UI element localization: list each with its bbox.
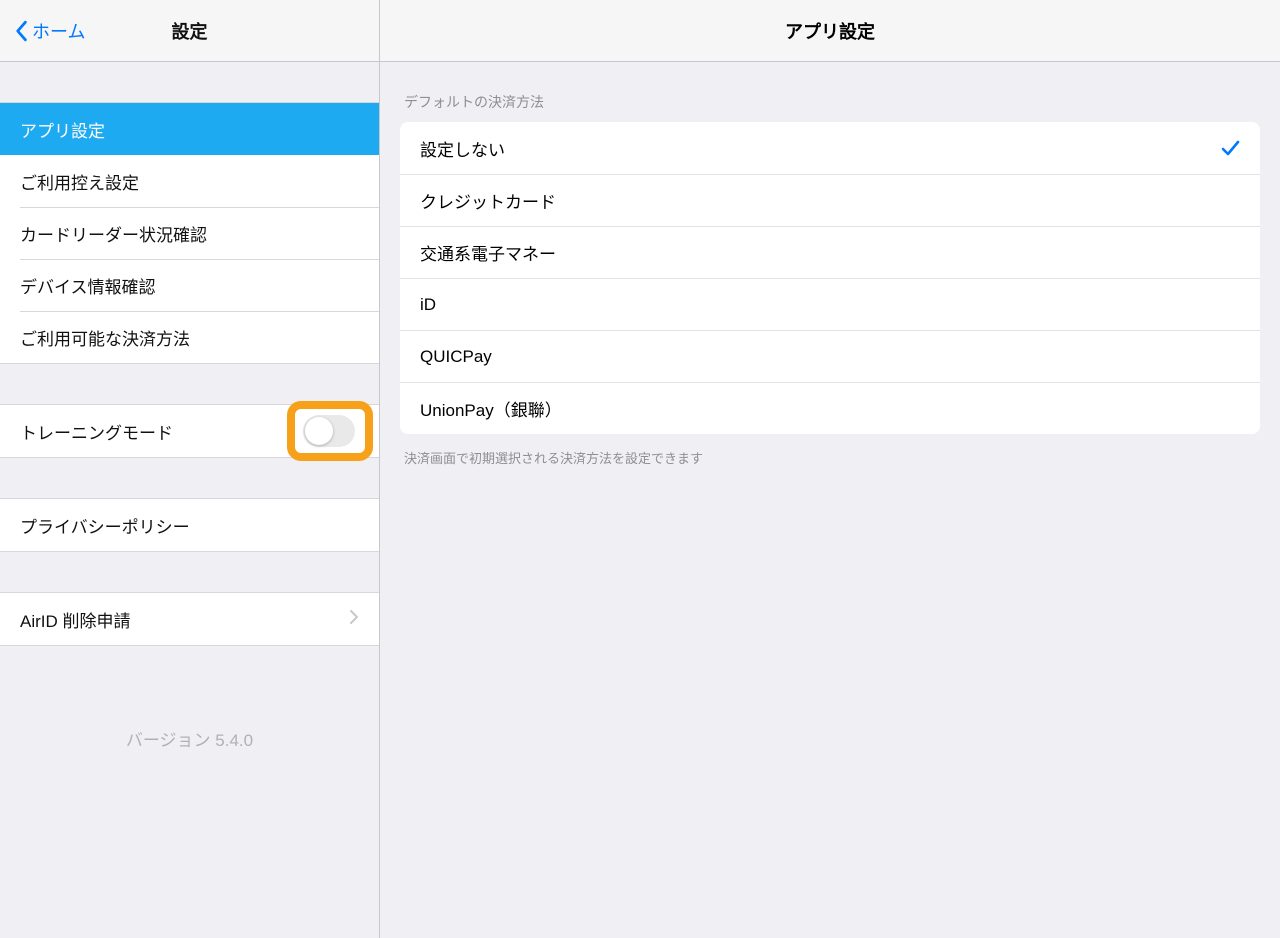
payment-option-none[interactable]: 設定しない [400, 122, 1260, 174]
training-mode-toggle[interactable] [303, 415, 355, 447]
sidebar-item-label: トレーニングモード [20, 419, 173, 444]
detail-pane: アプリ設定 デフォルトの決済方法 設定しない クレジットカード 交通系電子マネー [380, 0, 1280, 938]
sidebar-item-privacy-policy[interactable]: プライバシーポリシー [0, 499, 379, 551]
sidebar-item-label: アプリ設定 [20, 117, 105, 142]
sidebar-group-airid: AirID 削除申請 [0, 592, 379, 646]
option-label: クレジットカード [420, 188, 556, 213]
payment-option-credit-card[interactable]: クレジットカード [400, 174, 1260, 226]
sidebar-item-available-payment-methods[interactable]: ご利用可能な決済方法 [20, 311, 379, 363]
checkmark-icon [1220, 139, 1240, 157]
app-root: ホーム 設定 アプリ設定 ご利用控え設定 カードリーダー状況確認 デバイス情報確… [0, 0, 1280, 938]
sidebar-item-airid-delete[interactable]: AirID 削除申請 [0, 593, 379, 645]
section-header-default-payment: デフォルトの決済方法 [404, 92, 1260, 112]
sidebar-item-label: デバイス情報確認 [20, 273, 156, 298]
option-label: UnionPay（銀聯） [420, 396, 562, 421]
sidebar-item-receipt-settings[interactable]: ご利用控え設定 [0, 155, 379, 207]
sidebar-header: ホーム 設定 [0, 0, 379, 62]
payment-option-id[interactable]: iD [400, 278, 1260, 330]
sidebar-item-label: カードリーダー状況確認 [20, 221, 207, 246]
option-label: 設定しない [420, 136, 505, 161]
sidebar-group-training: トレーニングモード [0, 404, 379, 458]
chevron-right-icon [349, 609, 359, 630]
detail-body: デフォルトの決済方法 設定しない クレジットカード 交通系電子マネー [380, 62, 1280, 467]
settings-sidebar: ホーム 設定 アプリ設定 ご利用控え設定 カードリーダー状況確認 デバイス情報確… [0, 0, 380, 938]
option-label: 交通系電子マネー [420, 240, 556, 265]
sidebar-item-label: プライバシーポリシー [20, 513, 190, 538]
sidebar-group-main: アプリ設定 ご利用控え設定 カードリーダー状況確認 デバイス情報確認 ご利用可能… [0, 102, 379, 364]
sidebar-item-label: ご利用可能な決済方法 [20, 325, 190, 350]
back-label: ホーム [32, 18, 85, 44]
toggle-knob [305, 417, 333, 445]
payment-option-quicpay[interactable]: QUICPay [400, 330, 1260, 382]
sidebar-item-device-info[interactable]: デバイス情報確認 [20, 259, 379, 311]
default-payment-option-list: 設定しない クレジットカード 交通系電子マネー iD [400, 122, 1260, 434]
sidebar-item-label: ご利用控え設定 [20, 169, 139, 194]
sidebar-item-training-mode[interactable]: トレーニングモード [0, 405, 379, 457]
version-text: バージョン 5.4.0 [0, 726, 379, 751]
payment-option-transit-emoney[interactable]: 交通系電子マネー [400, 226, 1260, 278]
section-footer-default-payment: 決済画面で初期選択される決済方法を設定できます [404, 448, 1260, 467]
payment-option-unionpay[interactable]: UnionPay（銀聯） [400, 382, 1260, 434]
sidebar-item-label: AirID 削除申請 [20, 607, 131, 632]
sidebar-item-app-settings[interactable]: アプリ設定 [0, 103, 379, 155]
chevron-left-icon [14, 20, 28, 42]
sidebar-group-privacy: プライバシーポリシー [0, 498, 379, 552]
option-label: iD [420, 295, 436, 315]
back-button[interactable]: ホーム [0, 18, 85, 44]
option-label: QUICPay [420, 347, 492, 367]
detail-title: アプリ設定 [380, 0, 1280, 62]
sidebar-item-card-reader-status[interactable]: カードリーダー状況確認 [20, 207, 379, 259]
